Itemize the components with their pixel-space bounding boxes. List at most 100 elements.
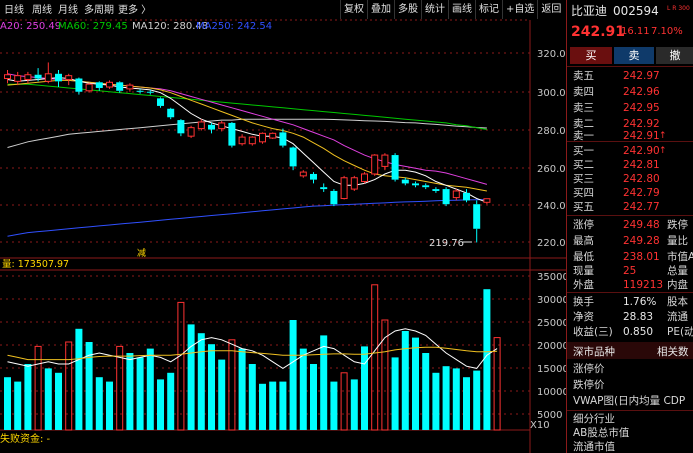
- cancel-order-button[interactable]: 撤: [656, 47, 693, 64]
- stat-row: 最高 249.28 量比: [573, 235, 688, 247]
- quote-panel: 比亚迪 002594 242.91 16.11 7.10% L R 300 买 …: [566, 0, 693, 453]
- volume-bar-down: [452, 368, 460, 430]
- volume-bar-down: [4, 377, 11, 430]
- candle-body-down: [208, 124, 215, 130]
- section-right-tab[interactable]: 相关数: [657, 344, 689, 359]
- tab-monthly[interactable]: 月线: [58, 3, 78, 16]
- candle: [126, 83, 134, 92]
- candle: [340, 175, 348, 200]
- extra-row: 涨停价: [573, 363, 605, 375]
- candle-body-down: [116, 82, 124, 91]
- buy-button[interactable]: 买: [570, 47, 612, 64]
- candle: [483, 198, 491, 205]
- volume-bar-down: [126, 353, 134, 430]
- volume-bar-down: [248, 364, 256, 430]
- candle: [187, 125, 195, 139]
- candle-body-up: [381, 154, 389, 167]
- volume-bar-down: [259, 383, 266, 430]
- candle-body-down: [473, 204, 481, 229]
- volume-bar-down: [401, 331, 409, 430]
- volume-bar-down: [350, 379, 358, 430]
- extra-row: 跌停价: [573, 379, 605, 391]
- tab-more[interactable]: 更多 〉: [118, 3, 151, 16]
- candle: [269, 132, 277, 139]
- volume-bar-down: [412, 337, 419, 430]
- candle-body-down: [310, 173, 317, 180]
- tab-daily[interactable]: 日线: [4, 3, 24, 16]
- price-row: 242.91 16.11 7.10%: [567, 24, 693, 42]
- statistics-button[interactable]: 统计: [421, 0, 448, 19]
- section-header[interactable]: 深市品种 相关数: [567, 342, 693, 359]
- ma250-legend: MA250: 242.54: [196, 21, 272, 32]
- volume-bar-down: [432, 372, 440, 430]
- candle-body-down: [95, 82, 103, 88]
- candle: [330, 189, 338, 207]
- back-button[interactable]: 返回: [537, 0, 564, 19]
- candle-body-up: [483, 198, 491, 203]
- volume-bar-down: [14, 381, 22, 430]
- candle: [197, 119, 205, 131]
- volume-tick: 20000: [537, 341, 566, 352]
- event-marker: 减: [137, 247, 146, 259]
- candle-body-down: [391, 155, 399, 180]
- volume-bar-up: [340, 372, 348, 431]
- stat-row: 涨停 249.48 跌停: [573, 219, 688, 231]
- candle-body-up: [340, 177, 348, 200]
- candle-body-up: [44, 73, 52, 82]
- add-watchlist-button[interactable]: +自选: [502, 0, 537, 19]
- candle-body-down: [422, 185, 430, 188]
- price-tick: 260.00: [537, 164, 566, 175]
- candle: [65, 73, 73, 86]
- volume-label: 量: 173507.97: [2, 259, 69, 270]
- candle-body-down: [136, 90, 144, 92]
- candle-body-up: [269, 132, 277, 139]
- price-axis: 320.00 300.00 280.00 260.00 240.00 220.0…: [537, 49, 566, 249]
- section-title: 深市品种: [573, 346, 615, 358]
- volume-bar-down: [391, 357, 399, 430]
- volume-tick: 15000: [537, 364, 566, 375]
- bid-row: 买五 242.77: [573, 201, 660, 213]
- candle: [106, 80, 113, 89]
- candle: [116, 81, 124, 93]
- tab-multi-period[interactable]: 多周期: [84, 3, 114, 16]
- kline-chart-panel[interactable]: 日线 周线 月线 多周期 更多 〉 A20: 250.49 MA60: 279.…: [0, 0, 566, 453]
- volume-bar-down: [238, 348, 246, 430]
- volume-bar-down: [269, 381, 277, 430]
- ask-row: 卖五 242.97: [573, 70, 660, 82]
- volume-bar-down: [208, 344, 215, 430]
- overlay-button[interactable]: 叠加: [367, 0, 394, 19]
- candle-body-up: [4, 74, 11, 80]
- price-tick: 220.00: [537, 238, 566, 249]
- volume-bar-down: [167, 372, 175, 430]
- draw-line-button[interactable]: 画线: [448, 0, 475, 19]
- volume-bar-down: [44, 368, 52, 430]
- volume-bar-down: [106, 381, 113, 430]
- kline-chart[interactable]: 日线 周线 月线 多周期 更多 〉 A20: 250.49 MA60: 279.…: [0, 0, 566, 453]
- mark-button[interactable]: 标记: [475, 0, 502, 19]
- candle: [422, 183, 430, 190]
- stat-row: 净资 28.83 流通: [573, 311, 688, 323]
- candle-body-down: [55, 73, 62, 82]
- volume-layer: [4, 284, 501, 431]
- candle-body-up: [218, 122, 226, 130]
- volume-bar-down: [136, 357, 144, 430]
- candle: [259, 132, 266, 144]
- tab-weekly[interactable]: 周线: [32, 3, 52, 16]
- ma-legend: A20: 250.49 MA60: 279.45 MA120: 280.48 M…: [0, 21, 272, 32]
- volume-unit: X10: [530, 420, 550, 431]
- candle: [24, 71, 32, 84]
- candle-body-down: [330, 190, 338, 205]
- candle-body-up: [452, 190, 460, 199]
- multi-stock-button[interactable]: 多股: [394, 0, 421, 19]
- candle-body-down: [228, 122, 236, 146]
- sell-button[interactable]: 卖: [614, 47, 654, 64]
- volume-bar-up: [65, 341, 73, 431]
- candle-body-up: [106, 81, 113, 88]
- current-price: 242.91: [571, 24, 626, 40]
- price-layer: [4, 62, 491, 243]
- price-tick: 320.00: [537, 49, 566, 60]
- candle: [289, 146, 297, 171]
- fuquan-button[interactable]: 复权: [340, 0, 367, 19]
- stat-row: 收益(三) 0.850 PE(动: [573, 326, 693, 338]
- volume-bar-down: [320, 335, 328, 430]
